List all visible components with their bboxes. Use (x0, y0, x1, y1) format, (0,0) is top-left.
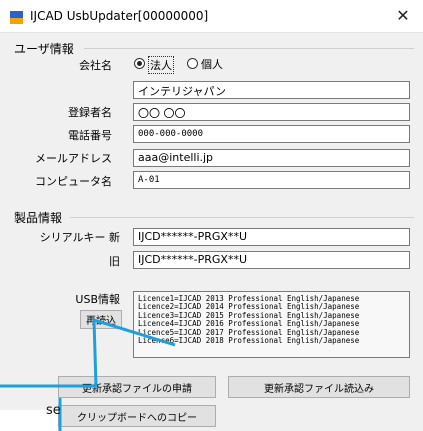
callout-text-fragment: se (46, 403, 61, 418)
callout-arrow (0, 317, 176, 431)
